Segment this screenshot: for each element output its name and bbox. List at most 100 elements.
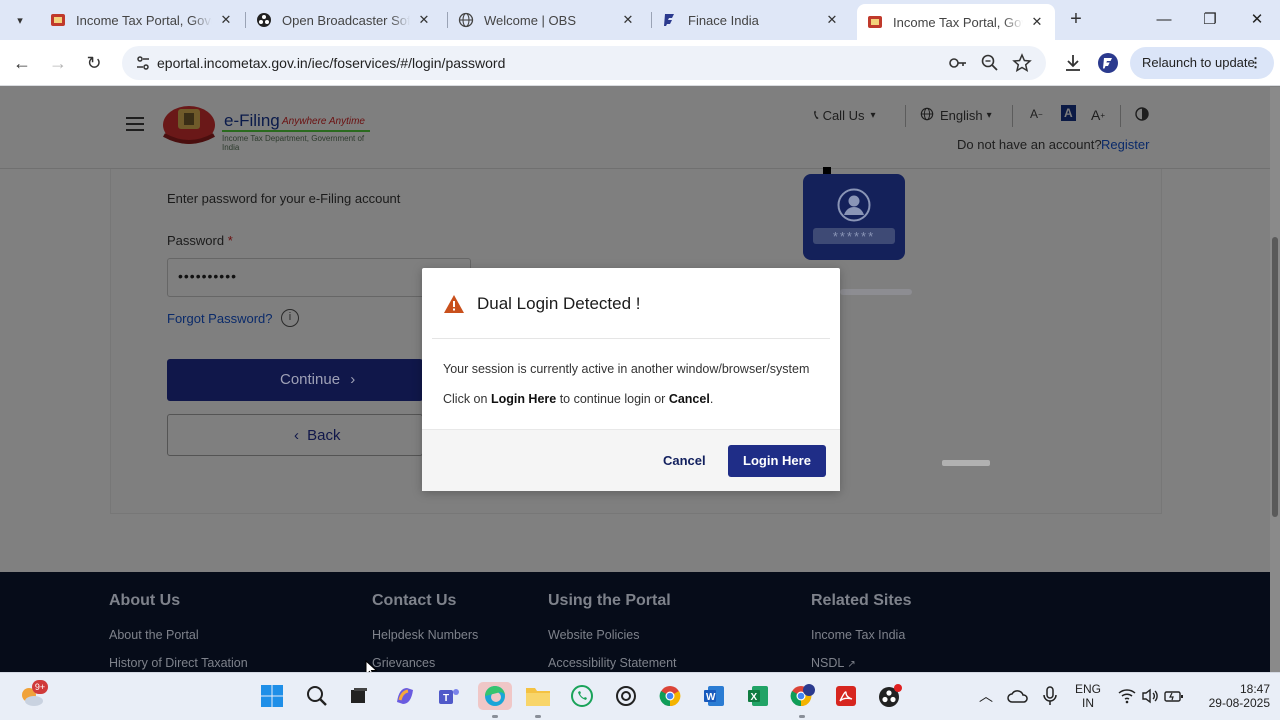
cancel-button[interactable]: Cancel [663, 453, 706, 468]
widget-notification-badge: 9+ [32, 680, 48, 694]
onedrive-cloud-icon[interactable] [1004, 682, 1032, 710]
font-decrease-button[interactable]: A − [1030, 107, 1043, 121]
relaunch-to-update-button[interactable]: Relaunch to update ⋮ [1130, 47, 1274, 79]
footer-link[interactable]: About the Portal [109, 628, 248, 642]
download-icon[interactable] [1062, 52, 1084, 74]
font-increase-button[interactable]: A + [1091, 107, 1105, 123]
tab-finace-india[interactable]: Finace India ✕ [652, 6, 850, 34]
continue-button[interactable]: Continue › [167, 359, 423, 401]
footer-link[interactable]: Grievances [372, 656, 478, 670]
footer-column-contact: Contact Us Helpdesk Numbers Grievances [372, 592, 478, 672]
footer-link[interactable]: Income Tax India [811, 628, 911, 642]
chatgpt-icon[interactable] [612, 682, 640, 710]
close-tab-icon[interactable]: ✕ [620, 12, 636, 28]
obs-studio-icon[interactable] [876, 682, 904, 710]
url-text: eportal.incometax.gov.in/iec/foservices/… [157, 55, 506, 71]
clock-time: 18:47 [1239, 682, 1270, 696]
input-language-indicator[interactable]: ENG IN [1068, 682, 1108, 710]
dialog-header: Dual Login Detected ! [432, 268, 830, 339]
acrobat-icon[interactable] [832, 682, 860, 710]
warning-icon [444, 295, 464, 313]
word-icon[interactable]: W [700, 682, 728, 710]
whatsapp-icon[interactable] [568, 682, 596, 710]
close-tab-icon[interactable]: ✕ [218, 12, 234, 28]
clock[interactable]: 18:47 29-08-2025 [1196, 682, 1270, 710]
forgot-password-link[interactable]: Forgot Password? [167, 311, 273, 326]
phone-icon: 📞︎ [814, 107, 819, 122]
header-divider [905, 105, 906, 127]
footer-link[interactable]: Accessibility Statement [548, 656, 677, 670]
font-normal-button[interactable]: A [1061, 105, 1076, 121]
back-button[interactable]: ‹ Back [167, 414, 423, 456]
excel-icon[interactable]: X [744, 682, 772, 710]
teams-icon[interactable]: T [435, 682, 463, 710]
close-tab-icon[interactable]: ✕ [416, 12, 432, 28]
font-normal-label: A [1064, 106, 1073, 120]
footer-link[interactable]: Helpdesk Numbers [372, 628, 478, 642]
more-menu-icon[interactable]: ⋮ [1249, 47, 1262, 79]
minimize-icon[interactable]: — [1152, 8, 1176, 32]
zoom-icon[interactable] [980, 53, 1000, 73]
tab-title: Open Broadcaster Software [282, 12, 410, 28]
scrollbar-thumb[interactable] [1272, 237, 1278, 517]
emblem-icon [163, 106, 215, 144]
logo-tagline: Anywhere Anytime [282, 116, 365, 127]
svg-text:T: T [443, 693, 449, 704]
close-window-icon[interactable]: ✕ [1245, 8, 1269, 32]
footer-heading: Related Sites [811, 592, 912, 609]
back-label: Back [307, 427, 341, 444]
address-bar[interactable]: eportal.incometax.gov.in/iec/foservices/… [122, 46, 1046, 80]
close-tab-icon[interactable]: ✕ [824, 12, 840, 28]
chrome-profile-icon[interactable] [788, 682, 816, 710]
tab-income-tax-active[interactable]: Income Tax Portal, Government of India ✕ [857, 4, 1055, 40]
edge-browser-icon[interactable] [478, 682, 512, 710]
instruction-middle: to continue login or [556, 392, 669, 406]
password-key-icon[interactable] [948, 53, 968, 73]
footer-link[interactable]: NSDL ↗ [811, 656, 911, 670]
efiling-logo[interactable]: e-Filing Anywhere Anytime Income Tax Dep… [160, 103, 380, 153]
chrome-icon[interactable] [656, 682, 684, 710]
show-hidden-icons-chevron-icon[interactable]: ︿ [972, 682, 1000, 710]
required-marker: * [227, 233, 233, 248]
microphone-icon[interactable] [1036, 682, 1064, 710]
running-indicator [535, 715, 541, 718]
tab-search-button[interactable]: ▾ [8, 8, 32, 32]
page-scrollbar[interactable] [1270, 87, 1280, 672]
forward-arrow-icon[interactable]: → [45, 50, 71, 76]
close-tab-icon[interactable]: ✕ [1029, 14, 1045, 30]
login-here-button[interactable]: Login Here [728, 445, 826, 477]
copilot-icon[interactable] [391, 682, 419, 710]
windows-start-icon[interactable] [258, 682, 286, 710]
info-icon[interactable]: i [281, 309, 299, 327]
new-tab-icon[interactable]: + [1066, 9, 1086, 29]
language-label: English [940, 108, 983, 123]
bookmark-star-icon[interactable] [1012, 53, 1032, 73]
footer-heading: About Us [109, 592, 181, 609]
instruction-cancel: Cancel [668, 392, 710, 406]
tab-obs-software[interactable]: Open Broadcaster Software ✕ [246, 6, 442, 34]
clock-date: 29-08-2025 [1208, 696, 1270, 710]
footer-link[interactable]: History of Direct Taxation [109, 656, 248, 670]
site-info-icon[interactable] [134, 54, 152, 72]
register-link[interactable]: Register [1101, 137, 1149, 152]
browser-tab-bar: ▾ Income Tax Portal, Government of India… [0, 0, 1280, 40]
task-view-icon[interactable] [345, 682, 373, 710]
restore-icon[interactable]: ❐ [1198, 8, 1222, 32]
tab-title: Income Tax Portal, Government of India [893, 14, 1023, 30]
reload-icon[interactable]: ↻ [81, 50, 107, 76]
profile-avatar-icon[interactable] [1097, 52, 1119, 74]
header-divider [1012, 105, 1013, 127]
tab-income-tax-1[interactable]: Income Tax Portal, Government of India ✕ [40, 6, 244, 34]
call-us-dropdown[interactable]: 📞︎ Call Us ▾ [814, 107, 876, 123]
hamburger-menu-icon[interactable] [126, 117, 144, 131]
continue-label: Continue [280, 371, 341, 388]
back-arrow-icon[interactable]: ← [9, 50, 35, 76]
taskbar-search-icon[interactable] [303, 682, 331, 710]
battery-icon[interactable] [1160, 682, 1188, 710]
dialog-title: Dual Login Detected ! [477, 294, 641, 313]
file-explorer-icon[interactable] [524, 682, 552, 710]
language-dropdown[interactable]: English ▾ [920, 107, 992, 124]
tab-welcome-obs[interactable]: Welcome | OBS ✕ [448, 6, 646, 34]
footer-link[interactable]: Website Policies [548, 628, 677, 642]
contrast-toggle-icon[interactable] [1135, 107, 1149, 121]
